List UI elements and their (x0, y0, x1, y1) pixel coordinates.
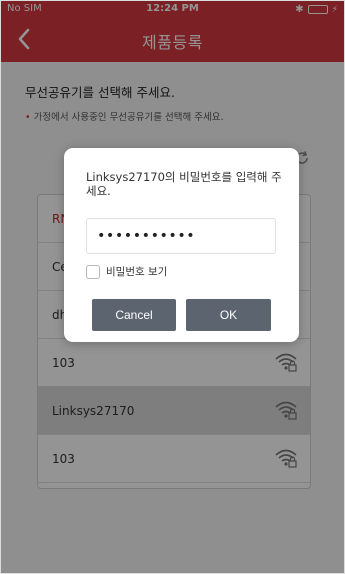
dialog-message: Linksys27170의 비밀번호를 입력해 주세요. (86, 170, 282, 198)
cancel-button[interactable]: Cancel (92, 299, 176, 331)
show-password-toggle[interactable]: 비밀번호 보기 (86, 264, 167, 279)
password-dialog: Linksys27170의 비밀번호를 입력해 주세요. 비밀번호 보기 Can… (64, 148, 299, 342)
app-frame: No SIM 12:24 PM ✱ ⚡ 제품등록 무선공유기를 선택해 주세요.… (0, 0, 345, 574)
ok-button[interactable]: OK (186, 299, 271, 331)
show-password-label: 비밀번호 보기 (106, 266, 168, 278)
show-password-checkbox[interactable] (86, 264, 100, 279)
password-field[interactable] (86, 218, 276, 254)
